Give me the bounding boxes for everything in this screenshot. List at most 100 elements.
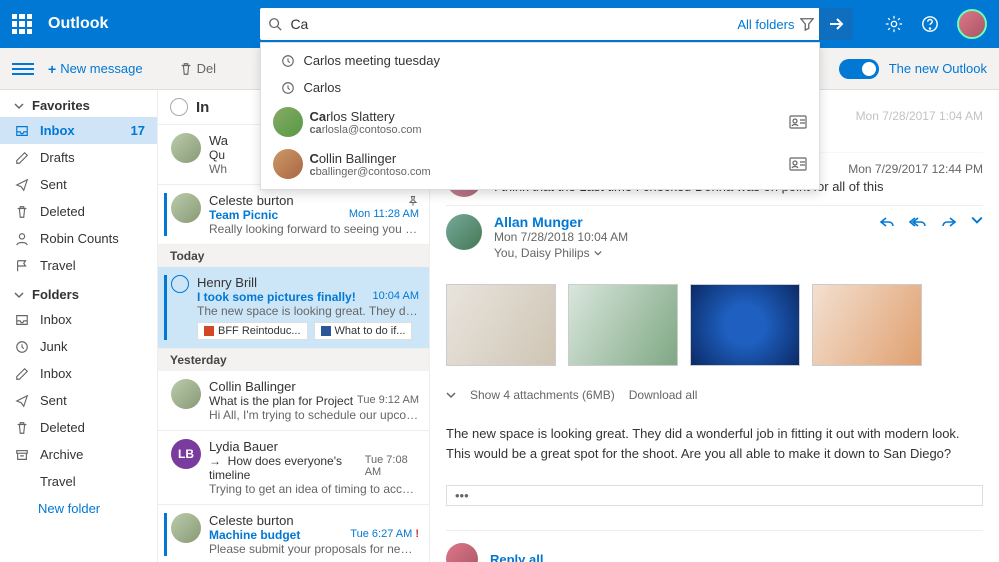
person-icon — [14, 232, 30, 246]
attachment-thumb[interactable] — [446, 284, 556, 366]
message-time: Tue 7:08 AM — [365, 454, 419, 482]
message-item[interactable]: Henry BrillI took some pictures finally!… — [158, 267, 429, 349]
sender-name: Wa — [209, 133, 228, 148]
message-item[interactable]: LBLydia Bauer→ How does everyone's timel… — [158, 431, 429, 505]
plus-icon: + — [48, 61, 56, 77]
nav-item-archive[interactable]: Archive — [0, 441, 157, 468]
pencil-icon — [14, 151, 30, 165]
select-all-checkbox[interactable] — [170, 98, 188, 116]
more-actions-button[interactable]: ••• — [446, 485, 983, 506]
contact-card-icon[interactable] — [789, 115, 807, 129]
sender-name: Celeste burton — [209, 193, 294, 208]
nav-item-inbox[interactable]: Inbox — [0, 306, 157, 333]
search-input[interactable] — [290, 16, 737, 32]
reply-all-button[interactable]: Reply all — [490, 552, 543, 562]
suggestion-person[interactable]: Carlos Slattery carlosla@contoso.com — [261, 101, 819, 143]
show-attachments-link[interactable]: Show 4 attachments (6MB) — [470, 388, 615, 402]
sender-name: Lydia Bauer — [209, 439, 278, 454]
new-outlook-label: The new Outlook — [889, 61, 987, 76]
nav-item-sent[interactable]: Sent — [0, 171, 157, 198]
reply-all-icon[interactable] — [909, 214, 927, 230]
nav-toggle-icon[interactable] — [12, 63, 34, 75]
preview-text: The new space is looking great. They did… — [197, 304, 419, 318]
search-suggestions: Carlos meeting tuesday Carlos Carlos Sla… — [260, 42, 820, 190]
message-item[interactable]: Celeste burtonTeam PicnicMon 11:28 AMRea… — [158, 185, 429, 245]
nav-item-inbox[interactable]: Inbox17 — [0, 117, 157, 144]
help-icon[interactable] — [921, 15, 939, 33]
nav-item-travel[interactable]: Travel — [0, 468, 157, 495]
chevron-down-icon — [594, 249, 602, 257]
search-bar[interactable]: All folders — [260, 8, 820, 40]
brand-label: Outlook — [48, 15, 108, 33]
sender-name: Allan Munger — [494, 214, 583, 230]
nav-item-sent[interactable]: Sent — [0, 387, 157, 414]
self-avatar — [446, 543, 478, 562]
message-date: Mon 7/28/2018 10:04 AM — [494, 230, 983, 244]
pin-icon[interactable] — [407, 195, 419, 207]
suggestion-person[interactable]: Collin Ballinger cballinger@contoso.com — [261, 143, 819, 185]
sender-avatar — [171, 379, 201, 409]
message-item[interactable]: Celeste burtonMachine budgetTue 6:27 AM … — [158, 505, 429, 562]
chevron-down-icon[interactable] — [971, 214, 983, 230]
recipients[interactable]: You, Daisy Philips — [494, 246, 983, 260]
history-icon — [273, 81, 303, 95]
sender-avatar — [171, 133, 201, 163]
message-time: 10:04 AM — [373, 290, 419, 304]
preview-text: Hi All, I'm trying to schedule our upcom… — [209, 408, 419, 422]
nav-item-travel[interactable]: Travel — [0, 252, 157, 279]
new-message-button[interactable]: + New message — [48, 61, 143, 77]
sender-name: Collin Ballinger — [209, 379, 296, 394]
message-item[interactable]: Collin BallingerWhat is the plan for Pro… — [158, 371, 429, 431]
suggestion-history[interactable]: Carlos — [261, 74, 819, 101]
search-submit-button[interactable] — [819, 8, 853, 40]
new-folder-button[interactable]: New folder — [0, 495, 157, 522]
date-group: Today — [158, 245, 429, 267]
preview-text: Trying to get an idea of timing to accou… — [209, 482, 419, 496]
trash-icon — [14, 421, 30, 435]
person-avatar — [273, 149, 303, 179]
nav-label: Archive — [40, 447, 83, 462]
trash-icon — [14, 205, 30, 219]
top-bar: Outlook All folders Carlos meeting tuesd… — [0, 0, 999, 48]
nav-item-inbox[interactable]: Inbox — [0, 360, 157, 387]
download-all-link[interactable]: Download all — [629, 388, 698, 402]
search-scope[interactable]: All folders — [737, 17, 794, 32]
attachment-chip[interactable]: BFF Reintoduc... — [197, 322, 308, 340]
preview-text: Please submit your proposals for new mac… — [209, 542, 419, 556]
contact-card-icon[interactable] — [789, 157, 807, 171]
reply-box[interactable]: Reply all — [446, 530, 983, 562]
suggestion-history[interactable]: Carlos meeting tuesday — [261, 47, 819, 74]
attachment-thumb[interactable] — [690, 284, 800, 366]
trash-icon — [179, 62, 193, 76]
flag-icon — [14, 259, 30, 273]
nav-item-deleted[interactable]: Deleted — [0, 414, 157, 441]
favorites-section[interactable]: Favorites — [0, 90, 157, 117]
person-avatar — [273, 107, 303, 137]
folder-nav: Favorites Inbox17DraftsSentDeletedRobin … — [0, 90, 158, 562]
forward-icon[interactable] — [941, 214, 957, 230]
filter-icon[interactable] — [800, 17, 814, 31]
delete-button[interactable]: Del — [179, 61, 217, 76]
attachment-chip[interactable]: What to do if... — [314, 322, 413, 340]
nav-item-robin-counts[interactable]: Robin Counts — [0, 225, 157, 252]
app-launcher-icon[interactable] — [12, 14, 32, 34]
account-avatar[interactable] — [957, 9, 987, 39]
nav-label: Sent — [40, 177, 67, 192]
sender-avatar — [171, 193, 201, 223]
folders-section[interactable]: Folders — [0, 279, 157, 306]
nav-item-drafts[interactable]: Drafts — [0, 144, 157, 171]
nav-item-junk[interactable]: Junk — [0, 333, 157, 360]
new-outlook-toggle[interactable] — [839, 59, 879, 79]
attachment-thumb[interactable] — [812, 284, 922, 366]
reply-icon[interactable] — [879, 214, 895, 230]
clock-icon — [14, 340, 30, 354]
settings-icon[interactable] — [885, 15, 903, 33]
history-icon — [273, 54, 303, 68]
select-checkbox[interactable] — [171, 275, 189, 293]
nav-item-deleted[interactable]: Deleted — [0, 198, 157, 225]
chevron-down-icon — [14, 101, 24, 111]
sender-avatar: LB — [171, 439, 201, 469]
attachment-thumbnails — [446, 284, 983, 366]
sender-name: Celeste burton — [209, 513, 294, 528]
attachment-thumb[interactable] — [568, 284, 678, 366]
